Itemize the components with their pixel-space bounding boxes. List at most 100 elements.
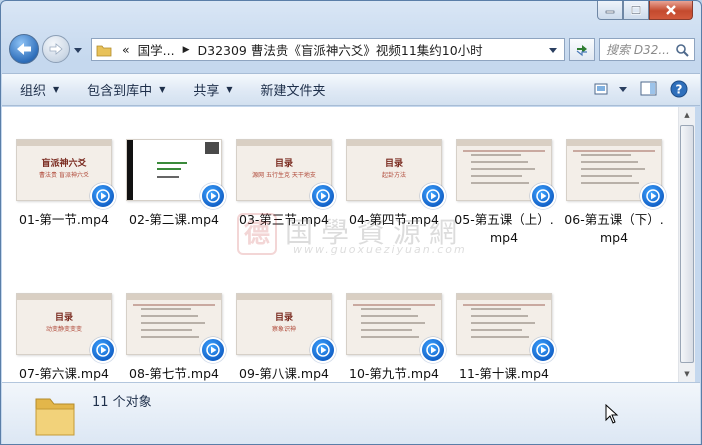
new-folder-label: 新建文件夹 <box>260 84 326 99</box>
help-button[interactable]: ? <box>670 80 688 98</box>
file-item[interactable]: 06-第五课（下）.mp4 <box>562 139 666 247</box>
video-play-icon <box>530 337 556 363</box>
maximize-icon <box>631 5 641 15</box>
breadcrumb-root[interactable]: 国学... <box>134 40 179 59</box>
file-item[interactable]: 10-第九节.mp4 <box>342 293 446 383</box>
file-name[interactable]: 06-第五课（下）.mp4 <box>562 211 666 247</box>
file-name[interactable]: 09-第八课.mp4 <box>232 365 336 383</box>
search-input[interactable]: 搜索 D32... <box>599 38 695 61</box>
chevron-down-icon <box>619 87 627 92</box>
file-item[interactable]: 目录动变静变变变 07-第六课.mp4 <box>12 293 116 383</box>
file-name[interactable]: 02-第二课.mp4 <box>122 211 226 229</box>
file-name[interactable]: 10-第九节.mp4 <box>342 365 446 383</box>
share-menu[interactable]: 共享 ▼ <box>193 80 232 99</box>
file-thumbnail[interactable]: 盲派神六爻曹法贵 盲派神六爻 <box>14 139 116 209</box>
file-item[interactable]: 02-第二课.mp4 <box>122 139 226 229</box>
refresh-button[interactable] <box>569 38 595 61</box>
file-item[interactable]: 盲派神六爻曹法贵 盲派神六爻 01-第一节.mp4 <box>12 139 116 229</box>
forward-arrow-icon <box>49 43 63 55</box>
breadcrumb-current[interactable]: D32309 曹法贵《盲派神六爻》视频11集约10小时 <box>194 40 487 59</box>
video-play-icon <box>90 183 116 209</box>
file-item[interactable]: 08-第七节.mp4 <box>122 293 226 383</box>
video-play-icon <box>530 183 556 209</box>
address-dropdown-icon[interactable] <box>542 42 564 57</box>
maximize-button[interactable] <box>623 1 649 20</box>
file-thumbnail[interactable]: 目录 动变静变变变 <box>14 293 116 363</box>
file-thumbnail[interactable] <box>454 293 556 363</box>
file-thumbnail[interactable] <box>124 293 226 363</box>
file-name[interactable]: 11-第十课.mp4 <box>452 365 556 383</box>
mouse-cursor-icon <box>605 404 619 424</box>
back-button[interactable] <box>9 34 39 64</box>
file-name[interactable]: 07-第六课.mp4 <box>12 365 116 383</box>
include-in-library-menu[interactable]: 包含到库中 ▼ <box>87 80 165 99</box>
file-thumbnail[interactable] <box>564 139 666 209</box>
minimize-button[interactable] <box>597 1 623 20</box>
file-item[interactable]: 目录 源网 五行生克 天干地支 03-第三节.mp4 <box>232 139 336 229</box>
preview-pane-icon <box>640 81 657 96</box>
video-play-icon <box>640 183 666 209</box>
thumbnail-subtitle: 察象识神 <box>271 326 296 333</box>
file-thumbnail[interactable]: 目录 察象识神 <box>234 293 336 363</box>
scroll-down-icon[interactable]: ▼ <box>679 366 695 382</box>
video-play-icon <box>200 337 226 363</box>
video-play-icon <box>420 337 446 363</box>
thumbnail-subtitle: 曹法贵 盲派神六爻 <box>39 172 89 179</box>
recent-pages-dropdown[interactable] <box>73 46 83 54</box>
caption-buttons <box>597 1 693 21</box>
file-item[interactable]: 11-第十课.mp4 <box>452 293 556 383</box>
close-button[interactable] <box>649 1 693 20</box>
file-name[interactable]: 08-第七节.mp4 <box>122 365 226 383</box>
organize-menu[interactable]: 组织 ▼ <box>20 80 59 99</box>
file-item[interactable]: 目录 察象识神 09-第八课.mp4 <box>232 293 336 383</box>
file-item[interactable]: 05-第五课（上）.mp4 <box>452 139 556 247</box>
details-pane: 11 个对象 <box>2 382 700 444</box>
address-bar[interactable]: « 国学... ▶ D32309 曹法贵《盲派神六爻》视频11集约10小时 <box>91 38 565 61</box>
large-folder-icon <box>35 398 75 436</box>
refresh-icon <box>576 44 587 56</box>
file-thumbnail[interactable]: 目录 起卦方法 <box>344 139 446 209</box>
thumbnail-title: 目录 <box>384 159 403 169</box>
help-icon: ? <box>670 80 688 98</box>
minimize-icon <box>605 10 615 14</box>
search-placeholder: 搜索 D32... <box>606 43 670 57</box>
file-name[interactable]: 04-第四节.mp4 <box>342 211 446 229</box>
file-thumbnail[interactable] <box>454 139 556 209</box>
thumbnail-subtitle: 源网 五行生克 天干地支 <box>252 172 316 179</box>
video-play-icon <box>200 183 226 209</box>
change-view-button[interactable] <box>594 82 628 96</box>
view-controls: ? <box>594 80 688 98</box>
organize-label: 组织 <box>20 84 47 99</box>
file-list: 盲派神六爻 曹法贵 盲派神六爻 01-第一节.mp4 02-第二课.mp4 目录 源网 五… <box>2 107 678 382</box>
file-thumbnail[interactable]: 目录 源网 五行生克 天干地支 <box>234 139 336 209</box>
video-play-icon <box>420 183 446 209</box>
vertical-scrollbar[interactable]: ▲ ▼ <box>678 107 695 382</box>
breadcrumb-separator-icon[interactable]: ▶ <box>179 45 194 55</box>
thumbnail-title: 盲派神六爻 <box>41 159 87 169</box>
file-name[interactable]: 05-第五课（上）.mp4 <box>452 211 556 247</box>
thumbnail-subtitle: 起卦方法 <box>381 172 406 179</box>
back-arrow-icon <box>17 43 31 55</box>
video-play-icon <box>90 337 116 363</box>
file-name[interactable]: 01-第一节.mp4 <box>12 211 116 229</box>
thumbnail-subtitle: 动变静变变变 <box>45 326 82 333</box>
chevron-down-icon: ▼ <box>53 85 60 94</box>
new-folder-button[interactable]: 新建文件夹 <box>261 80 326 99</box>
explorer-window: « 国学... ▶ D32309 曹法贵《盲派神六爻》视频11集约10小时 搜索… <box>0 0 702 445</box>
navigation-row: « 国学... ▶ D32309 曹法贵《盲派神六爻》视频11集约10小时 搜索… <box>9 34 695 66</box>
item-count: 11 个对象 <box>92 395 152 410</box>
file-name[interactable]: 03-第三节.mp4 <box>232 211 336 229</box>
folder-icon <box>96 45 112 56</box>
chevron-down-icon: ▼ <box>159 85 166 94</box>
file-item[interactable]: 目录起卦方法 04-第四节.mp4 <box>342 139 446 229</box>
preview-pane-button[interactable] <box>640 81 658 97</box>
file-thumbnail[interactable] <box>344 293 446 363</box>
view-icon <box>594 83 608 95</box>
scroll-up-icon[interactable]: ▲ <box>679 107 695 123</box>
thumbnail-title: 目录 <box>54 313 73 323</box>
scrollbar-thumb[interactable] <box>680 125 694 363</box>
file-thumbnail[interactable] <box>124 139 226 209</box>
forward-button[interactable] <box>42 35 70 63</box>
search-icon <box>676 43 689 57</box>
breadcrumb-lead[interactable]: « <box>118 42 134 57</box>
